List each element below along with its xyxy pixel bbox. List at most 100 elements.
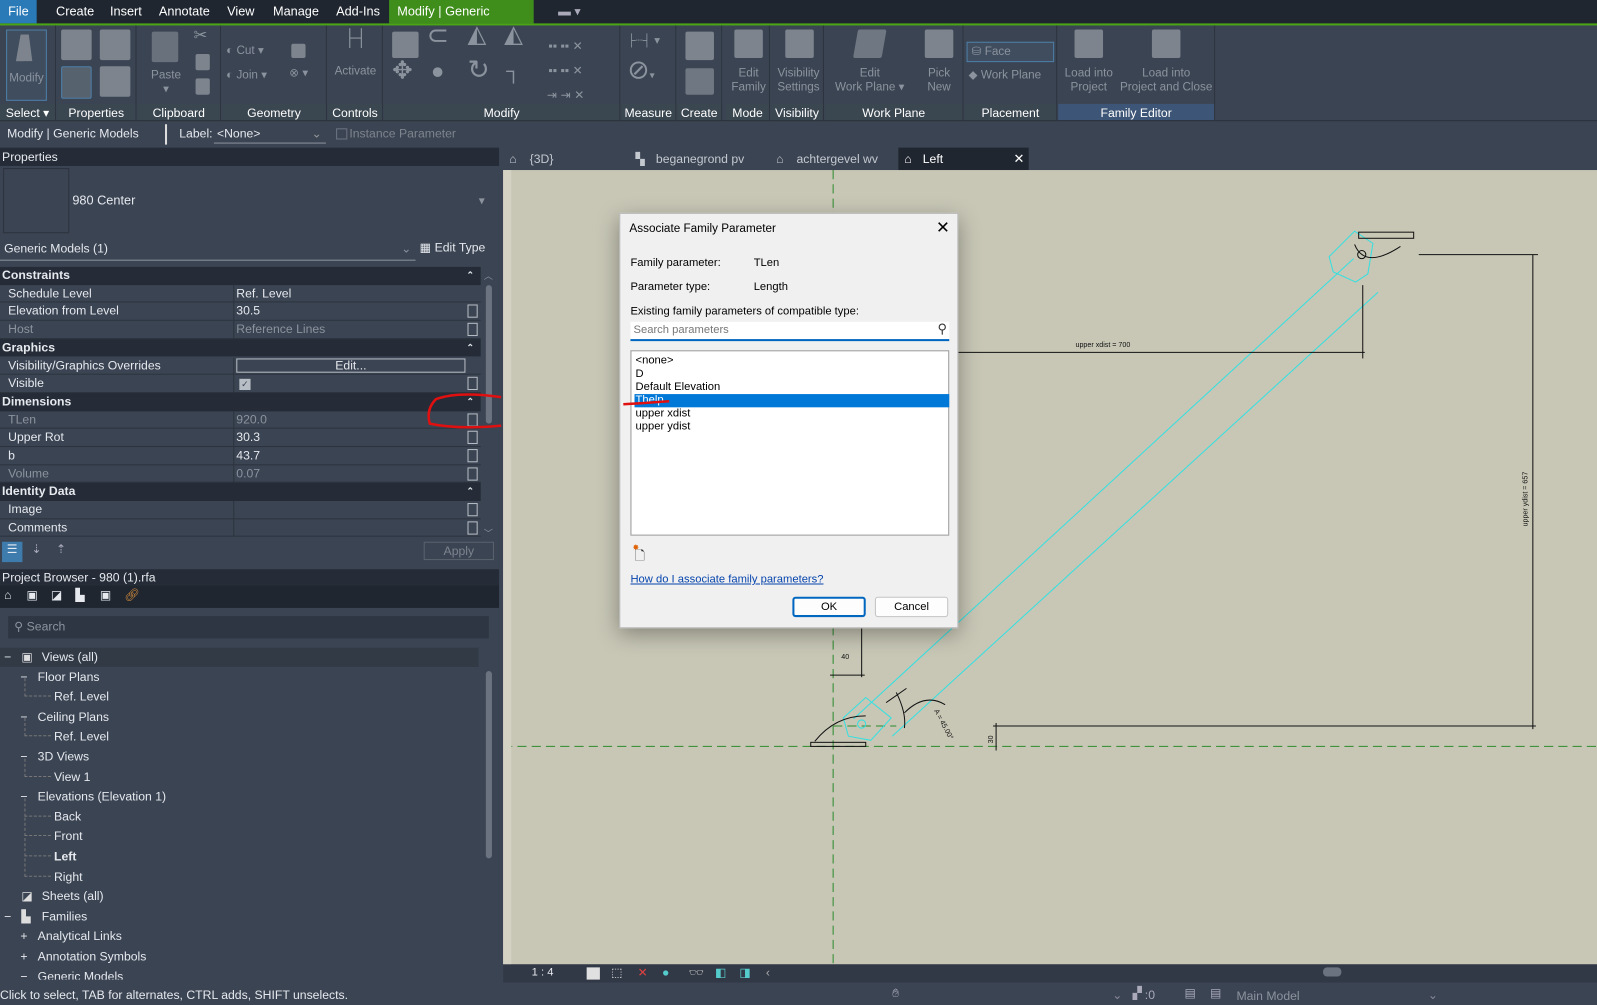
filter-chevron-icon[interactable]: ⌄ [1112,988,1122,1002]
visible-checkbox[interactable]: ✓ [239,378,251,391]
close-icon[interactable]: ✕ [936,218,950,238]
properties-scrollbar[interactable]: ︿ ﹀ [483,269,495,540]
tree-item[interactable]: −3D Views [0,747,479,766]
tab-insert[interactable]: Insert [102,0,150,23]
tree-item[interactable]: − ▣ Views (all) [0,647,479,667]
collapse-chevron-icon[interactable]: ⌃ [466,483,474,500]
mirror-draw-axis-icon[interactable]: ◭ [504,22,523,46]
parameter-option[interactable]: upper ydist [635,420,950,433]
family-types-icon[interactable] [61,29,92,61]
view-tab[interactable]: ⌂ Left ✕ [898,147,1029,171]
work-plane-placement-button[interactable]: ◆ Work Plane [969,68,1042,82]
label-dropdown[interactable]: <None> ⌄ [213,124,326,144]
tree-item[interactable]: − Elevations (Elevation 1) [0,787,479,806]
tree-item[interactable]: Right [0,858,479,886]
home-icon[interactable]: ⌂ [4,588,11,602]
tab-view[interactable]: View [219,0,263,23]
detail-level-icon[interactable] [586,967,600,980]
dim-40-label[interactable]: 40 [841,653,849,661]
tree-item[interactable]: View 1 [0,758,479,786]
tab-add-ins[interactable]: Add-Ins [328,0,388,23]
rotate-icon[interactable]: ↻ [467,56,489,82]
expand-icon[interactable]: + [20,947,27,966]
browser-scrollbar[interactable] [483,651,495,977]
measure-along-icon[interactable]: ⊘▾ [627,56,654,83]
parameter-option[interactable]: upper xdist [635,407,950,420]
property-value[interactable]: Edit... [233,356,466,375]
upper-ydist-label[interactable]: upper ydist = 657 [1522,472,1530,527]
parameter-option[interactable]: Default Elevation [635,381,950,394]
tree-item[interactable]: − Floor Plans [0,668,479,687]
load-into-project-button[interactable]: Load into Project [1060,29,1117,95]
view-tab[interactable]: ▚ beganegrond pv [629,148,751,170]
sort-categorized-button[interactable]: ☰ [2,541,23,563]
measure-distance-icon[interactable]: ├┈┤ ▾ [627,34,660,48]
parameter-option[interactable]: Thelp [634,393,950,408]
family-category-icon[interactable] [99,29,131,61]
parameter-option[interactable]: <none> [635,354,950,367]
tree-item[interactable]: + Analytical Links [0,927,479,946]
section-identity-data[interactable]: Identity Data ⌃ [0,483,481,502]
properties-icon[interactable] [61,66,92,99]
cut-geometry-button[interactable]: ◐ Cut ▾ [226,44,264,58]
split-element-icons[interactable]: ▪▪ ▪▪ ✕ ▪▪ ▪▪ ✕ ⇥ ⇥ ✕ [547,34,585,107]
pick-new-button[interactable]: Pick New [919,29,960,95]
edit-type-button[interactable]: ▦ Edit Type [420,240,486,254]
reveal-hidden-icon[interactable]: ◨ [739,965,751,979]
property-value[interactable]: 30.5 [233,302,465,321]
section-dimensions[interactable]: Dimensions ⌃ [0,392,481,411]
instance-parameter-checkbox[interactable] [336,128,348,140]
view-scale[interactable]: 1 : 4 [532,966,554,978]
tree-item[interactable]: − Ceiling Plans [0,708,479,727]
editable-only-icon[interactable]: ▤ [1210,986,1222,1000]
modify-button[interactable]: Modify [6,29,47,101]
tree-item[interactable]: ◪ Sheets (all) [0,887,479,906]
sort-descending-button[interactable]: ⇡ [51,542,71,562]
sun-path-off-icon[interactable]: ✕ [638,965,648,979]
sort-ascending-button[interactable]: ⇣ [26,542,46,562]
property-value[interactable]: ✓ [233,374,465,393]
tree-item[interactable]: − Generic Models [0,967,479,980]
move-icon[interactable]: ✥ [392,59,412,83]
edit-work-plane-button[interactable]: Edit Work Plane ▾ [833,29,906,95]
link-icon[interactable]: 🔗︎ [124,588,140,602]
section-graphics[interactable]: Graphics ⌃ [0,338,481,357]
type-selector[interactable]: 980 Center ▾ [0,167,499,236]
visibility-settings-button[interactable]: Visibility Settings [773,29,824,95]
temporary-hide-icon[interactable]: 👓︎ [689,965,705,979]
trim-extend-icon[interactable]: ┐ [506,61,520,81]
horizontal-scroll-thumb[interactable] [1323,967,1342,977]
create-group-icon[interactable] [685,31,714,61]
help-link[interactable]: How do I associate family parameters? [630,573,823,585]
active-model-dropdown[interactable]: Main Model [1236,989,1299,1003]
apply-button[interactable]: Apply [423,541,494,561]
associate-parameter-button[interactable] [467,322,478,337]
offset-icon[interactable]: ⊂ [427,21,449,47]
face-placement-button[interactable]: ⛁ Face [966,41,1055,63]
copy-elements-icon[interactable]: ● [431,60,445,82]
new-parameter-icon[interactable]: 🗋︎ ✸ [632,543,645,569]
tree-item[interactable]: − ▙ Families [0,907,479,926]
expand-icon[interactable]: + [20,927,27,946]
tree-item[interactable]: Ref. Level [0,678,479,707]
collapse-chevron-icon[interactable]: ⌃ [466,339,474,356]
property-value[interactable] [233,501,465,519]
associate-parameter-button[interactable] [467,413,478,427]
design-options-icon[interactable]: ▤ [1185,986,1197,1000]
category-filter-dropdown[interactable]: Generic Models (1) ⌄ [0,238,416,261]
worksharing-icon[interactable]: ✋︎ [892,986,899,1001]
split-face-icon[interactable] [291,43,306,59]
close-tab-icon[interactable]: ✕ [1014,148,1025,170]
dim-30-label[interactable]: 30 [987,735,995,743]
associate-parameter-button[interactable] [467,376,478,391]
paste-button[interactable]: Paste ▾ [146,31,187,97]
ok-button[interactable]: OK [792,596,866,618]
align-icon[interactable] [392,31,419,59]
shadows-icon[interactable]: ● [662,965,669,979]
create-similar-icon[interactable] [685,68,714,95]
associate-parameter-button[interactable] [467,431,478,445]
sheet-icon[interactable]: ◪ [51,588,63,602]
match-properties-icon[interactable] [195,78,210,95]
collapse-icon[interactable]: − [4,648,11,667]
parameters-list[interactable]: <none> D Default Elevation Thelp upper xdist… [630,350,950,536]
